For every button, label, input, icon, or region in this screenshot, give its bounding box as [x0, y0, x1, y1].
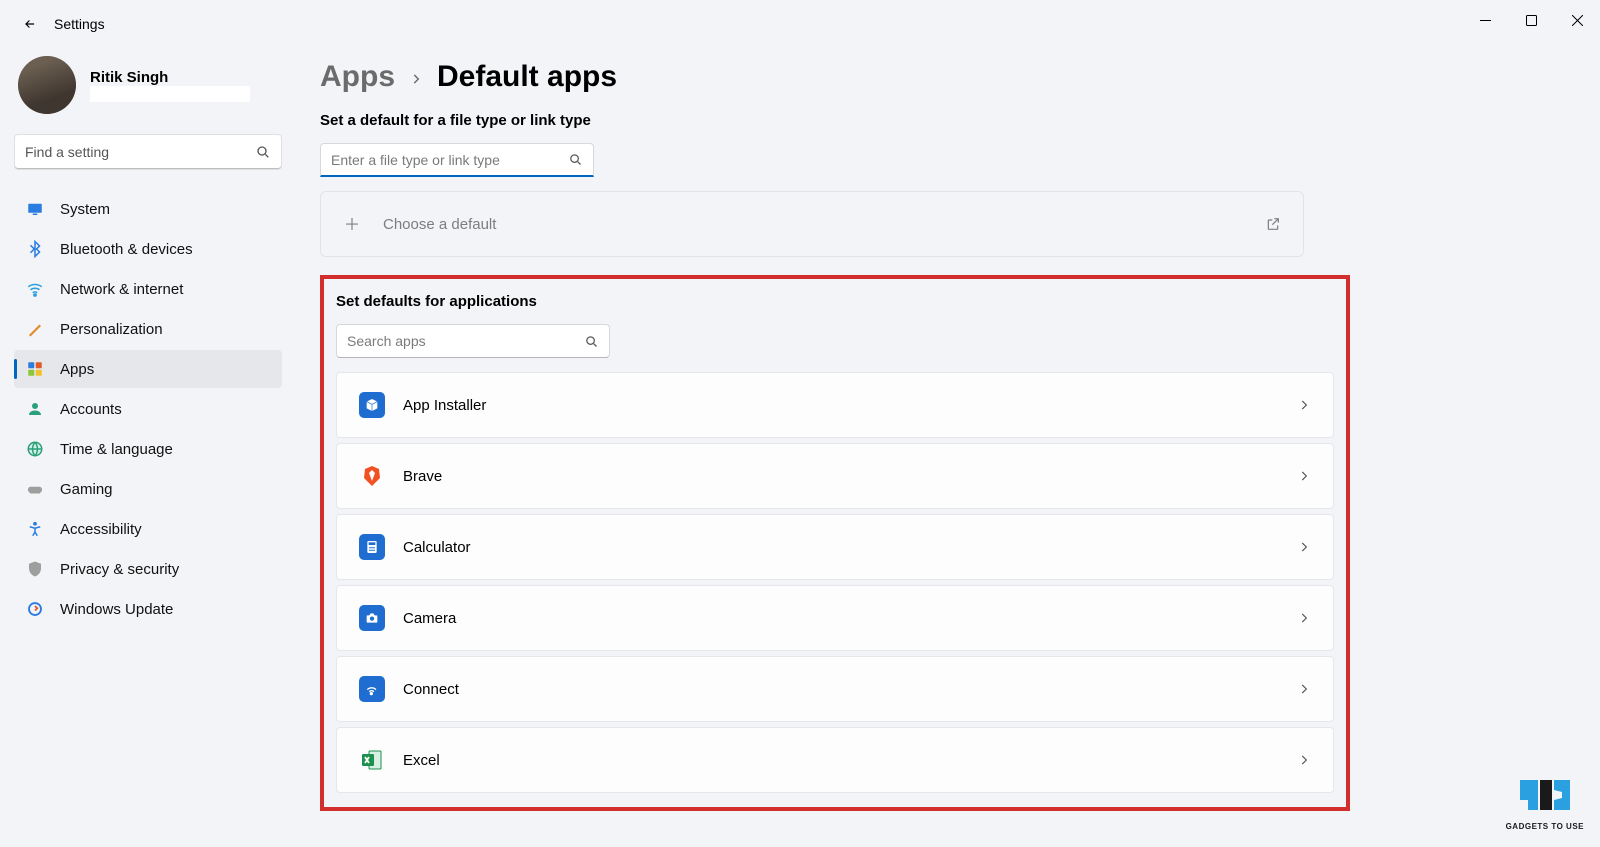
breadcrumb: Apps Default apps — [320, 60, 1560, 94]
avatar — [18, 56, 76, 114]
sidebar-item-personalization[interactable]: Personalization — [14, 310, 282, 348]
window-title: Settings — [54, 16, 105, 32]
globe-icon — [26, 440, 44, 458]
search-icon — [568, 152, 583, 167]
sidebar-item-windows-update[interactable]: Windows Update — [14, 590, 282, 628]
sidebar-item-accessibility[interactable]: Accessibility — [14, 510, 282, 548]
breadcrumb-parent[interactable]: Apps — [320, 60, 395, 94]
choose-default-label: Choose a default — [383, 216, 496, 233]
app-search-input[interactable] — [347, 333, 584, 349]
sidebar-item-label: Windows Update — [60, 601, 173, 618]
wifi-icon — [26, 280, 44, 298]
search-icon — [255, 144, 271, 160]
shield-icon — [26, 560, 44, 578]
sidebar-search-input[interactable] — [25, 144, 255, 160]
chevron-right-icon — [1297, 682, 1311, 696]
sidebar-item-system[interactable]: System — [14, 190, 282, 228]
profile-block[interactable]: Ritik Singh — [14, 56, 282, 114]
app-label: Connect — [403, 681, 459, 698]
bluetooth-icon — [26, 240, 44, 258]
app-row-camera[interactable]: Camera — [336, 585, 1334, 651]
maximize-button[interactable] — [1508, 0, 1554, 40]
sidebar-item-label: Accounts — [60, 401, 122, 418]
section-title-filetype: Set a default for a file type or link ty… — [320, 112, 1560, 129]
highlight-annotation: Set defaults for applications App Instal… — [320, 275, 1350, 811]
update-icon — [26, 600, 44, 618]
profile-email — [90, 86, 250, 102]
brave-icon — [359, 463, 385, 489]
sidebar-item-bluetooth[interactable]: Bluetooth & devices — [14, 230, 282, 268]
app-installer-icon — [359, 392, 385, 418]
excel-icon — [359, 747, 385, 773]
apps-icon — [26, 360, 44, 378]
close-button[interactable] — [1554, 0, 1600, 40]
camera-icon — [359, 605, 385, 631]
app-label: Excel — [403, 752, 440, 769]
sidebar-item-privacy[interactable]: Privacy & security — [14, 550, 282, 588]
sidebar-item-label: System — [60, 201, 110, 218]
nav-list: System Bluetooth & devices Network & int… — [14, 190, 282, 628]
app-search[interactable] — [336, 324, 610, 358]
calculator-icon — [359, 534, 385, 560]
app-row-app-installer[interactable]: App Installer — [336, 372, 1334, 438]
minimize-button[interactable] — [1462, 0, 1508, 40]
person-icon — [26, 400, 44, 418]
open-external-icon — [1265, 216, 1281, 232]
app-row-excel[interactable]: Excel — [336, 727, 1334, 793]
sidebar-item-accounts[interactable]: Accounts — [14, 390, 282, 428]
sidebar-item-gaming[interactable]: Gaming — [14, 470, 282, 508]
back-button[interactable] — [14, 8, 46, 40]
section-title-apps: Set defaults for applications — [336, 293, 1334, 310]
chevron-right-icon — [409, 69, 423, 92]
sidebar-item-label: Network & internet — [60, 281, 183, 298]
chevron-right-icon — [1297, 611, 1311, 625]
chevron-right-icon — [1297, 540, 1311, 554]
sidebar-item-apps[interactable]: Apps — [14, 350, 282, 388]
choose-default-row[interactable]: Choose a default — [320, 191, 1304, 257]
sidebar-item-label: Apps — [60, 361, 94, 378]
accessibility-icon — [26, 520, 44, 538]
filetype-search[interactable] — [320, 143, 594, 177]
profile-name: Ritik Singh — [90, 69, 250, 86]
search-icon — [584, 334, 599, 349]
app-label: App Installer — [403, 397, 486, 414]
app-row-calculator[interactable]: Calculator — [336, 514, 1334, 580]
plus-icon — [343, 215, 361, 233]
watermark-text: GADGETS TO USE — [1506, 822, 1584, 831]
sidebar-item-label: Privacy & security — [60, 561, 179, 578]
watermark: GADGETS TO USE — [1506, 770, 1584, 831]
app-row-brave[interactable]: Brave — [336, 443, 1334, 509]
sidebar-item-network[interactable]: Network & internet — [14, 270, 282, 308]
chevron-right-icon — [1297, 469, 1311, 483]
sidebar-item-time-language[interactable]: Time & language — [14, 430, 282, 468]
monitor-icon — [26, 200, 44, 218]
filetype-search-input[interactable] — [331, 152, 568, 168]
app-label: Camera — [403, 610, 456, 627]
sidebar-search[interactable] — [14, 134, 282, 170]
sidebar-item-label: Time & language — [60, 441, 173, 458]
gamepad-icon — [26, 480, 44, 498]
app-list: App Installer Brave Calculator — [336, 372, 1334, 793]
app-row-connect[interactable]: Connect — [336, 656, 1334, 722]
sidebar-item-label: Personalization — [60, 321, 163, 338]
sidebar-item-label: Gaming — [60, 481, 113, 498]
sidebar-item-label: Bluetooth & devices — [60, 241, 193, 258]
chevron-right-icon — [1297, 398, 1311, 412]
app-label: Brave — [403, 468, 442, 485]
chevron-right-icon — [1297, 753, 1311, 767]
watermark-logo-icon — [1510, 770, 1580, 820]
app-label: Calculator — [403, 539, 471, 556]
sidebar-item-label: Accessibility — [60, 521, 142, 538]
connect-icon — [359, 676, 385, 702]
page-title: Default apps — [437, 60, 617, 94]
brush-icon — [26, 320, 44, 338]
